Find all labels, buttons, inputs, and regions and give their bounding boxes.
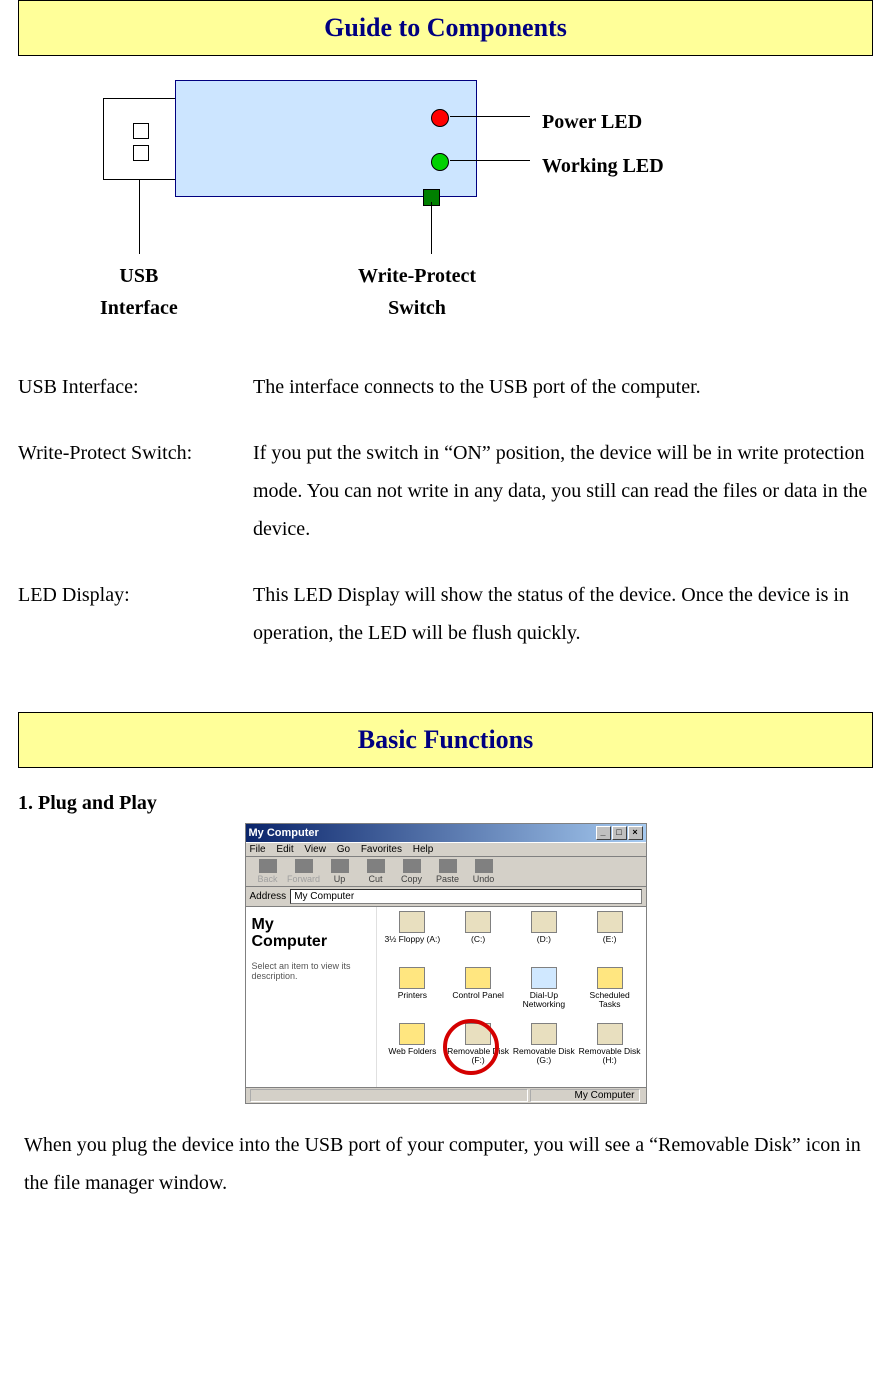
tb-cut[interactable]: Cut xyxy=(358,859,394,884)
menu-file[interactable]: File xyxy=(250,844,266,855)
drive-item[interactable]: Web Folders xyxy=(381,1023,445,1077)
close-button[interactable]: × xyxy=(628,826,643,840)
section-banner-components: Guide to Components xyxy=(18,0,873,56)
drive-item[interactable]: Removable Disk (H:) xyxy=(578,1023,642,1077)
drive-label: (C:) xyxy=(446,935,510,944)
component-definitions: USB Interface: The interface connects to… xyxy=(18,368,873,652)
def-row: Write-Protect Switch: If you put the swi… xyxy=(18,434,873,548)
address-field[interactable]: My Computer xyxy=(290,889,641,904)
section-banner-basic-functions: Basic Functions xyxy=(18,712,873,768)
subsection-heading: 1. Plug and Play xyxy=(18,792,873,815)
device-body-shape xyxy=(175,80,477,197)
drive-icon xyxy=(465,967,491,989)
tb-copy[interactable]: Copy xyxy=(394,859,430,884)
def-row: USB Interface: The interface connects to… xyxy=(18,368,873,406)
tb-back[interactable]: Back xyxy=(250,859,286,884)
titlebar: My Computer _ □ × xyxy=(246,824,646,842)
drive-label: Scheduled Tasks xyxy=(578,991,642,1010)
leader-line xyxy=(139,180,140,254)
def-term: Write-Protect Switch: xyxy=(18,434,253,548)
window-frame: My Computer _ □ × File Edit View Go Favo… xyxy=(245,823,647,1104)
label-write-protect: Write-ProtectSwitch xyxy=(358,260,476,324)
drive-label: (E:) xyxy=(578,935,642,944)
menu-favorites[interactable]: Favorites xyxy=(361,844,402,855)
menu-edit[interactable]: Edit xyxy=(276,844,293,855)
tb-undo[interactable]: Undo xyxy=(466,859,502,884)
side-tip: Select an item to view its description. xyxy=(252,961,370,981)
tb-paste[interactable]: Paste xyxy=(430,859,466,884)
status-left xyxy=(250,1089,528,1102)
leader-line xyxy=(450,160,530,161)
drive-icon xyxy=(597,967,623,989)
drive-icon xyxy=(531,911,557,933)
usb-pin-icon xyxy=(133,145,149,161)
power-led-icon xyxy=(431,109,449,127)
menu-view[interactable]: View xyxy=(304,844,326,855)
address-bar: Address My Computer xyxy=(246,887,646,907)
drive-item[interactable]: Scheduled Tasks xyxy=(578,967,642,1021)
window-body: MyComputer Select an item to view its de… xyxy=(246,907,646,1087)
def-term: LED Display: xyxy=(18,576,253,652)
drive-label: Removable Disk (F:) xyxy=(446,1047,510,1066)
drive-item[interactable]: (C:) xyxy=(446,911,510,965)
drive-label: Removable Disk (G:) xyxy=(512,1047,576,1066)
leader-line xyxy=(450,116,530,117)
status-right: My Computer xyxy=(530,1089,640,1102)
working-led-icon xyxy=(431,153,449,171)
drive-icon xyxy=(399,1023,425,1045)
drive-item[interactable]: (E:) xyxy=(578,911,642,965)
drive-icon xyxy=(465,1023,491,1045)
paragraph: When you plug the device into the USB po… xyxy=(24,1126,867,1202)
usb-pin-icon xyxy=(133,123,149,139)
address-label: Address xyxy=(250,891,287,902)
menu-help[interactable]: Help xyxy=(413,844,434,855)
def-desc: The interface connects to the USB port o… xyxy=(253,368,873,406)
drive-item[interactable]: 3½ Floppy (A:) xyxy=(381,911,445,965)
tb-forward[interactable]: Forward xyxy=(286,859,322,884)
menu-go[interactable]: Go xyxy=(337,844,350,855)
side-panel: MyComputer Select an item to view its de… xyxy=(246,907,377,1087)
drive-icon xyxy=(465,911,491,933)
drive-icon xyxy=(399,911,425,933)
maximize-button[interactable]: □ xyxy=(612,826,627,840)
leader-line xyxy=(431,202,432,254)
drive-item[interactable]: (D:) xyxy=(512,911,576,965)
drive-label: Removable Disk (H:) xyxy=(578,1047,642,1066)
drive-label: Web Folders xyxy=(381,1047,445,1056)
drive-label: Dial-Up Networking xyxy=(512,991,576,1010)
def-desc: If you put the switch in “ON” position, … xyxy=(253,434,873,548)
drive-icon xyxy=(531,967,557,989)
drive-label: Control Panel xyxy=(446,991,510,1000)
label-usb-interface: USBInterface xyxy=(100,260,178,324)
minimize-button[interactable]: _ xyxy=(596,826,611,840)
titlebar-text: My Computer xyxy=(249,827,319,839)
drive-item[interactable]: Dial-Up Networking xyxy=(512,967,576,1021)
def-term: USB Interface: xyxy=(18,368,253,406)
def-row: LED Display: This LED Display will show … xyxy=(18,576,873,652)
drive-item[interactable]: Removable Disk (G:) xyxy=(512,1023,576,1077)
drive-label: (D:) xyxy=(512,935,576,944)
statusbar: My Computer xyxy=(246,1087,646,1103)
toolbar: Back Forward Up Cut Copy Paste Undo xyxy=(246,857,646,887)
usb-connector-shape xyxy=(103,98,177,180)
screenshot-my-computer: My Computer _ □ × File Edit View Go Favo… xyxy=(18,823,873,1108)
drive-label: Printers xyxy=(381,991,445,1000)
drive-icon xyxy=(531,1023,557,1045)
drive-item[interactable]: Printers xyxy=(381,967,445,1021)
side-title: MyComputer xyxy=(252,917,370,951)
menubar[interactable]: File Edit View Go Favorites Help xyxy=(246,842,646,857)
drive-label: 3½ Floppy (A:) xyxy=(381,935,445,944)
drive-icon xyxy=(597,911,623,933)
drive-icon xyxy=(597,1023,623,1045)
icon-grid: 3½ Floppy (A:)(C:)(D:)(E:) PrintersContro… xyxy=(377,907,646,1087)
drive-item[interactable]: Control Panel xyxy=(446,967,510,1021)
def-desc: This LED Display will show the status of… xyxy=(253,576,873,652)
drive-item[interactable]: Removable Disk (F:) xyxy=(446,1023,510,1077)
drive-icon xyxy=(399,967,425,989)
component-diagram: Power LED Working LED USBInterface Write… xyxy=(18,80,873,350)
label-power-led: Power LED xyxy=(542,106,642,138)
tb-up[interactable]: Up xyxy=(322,859,358,884)
label-working-led: Working LED xyxy=(542,150,664,182)
